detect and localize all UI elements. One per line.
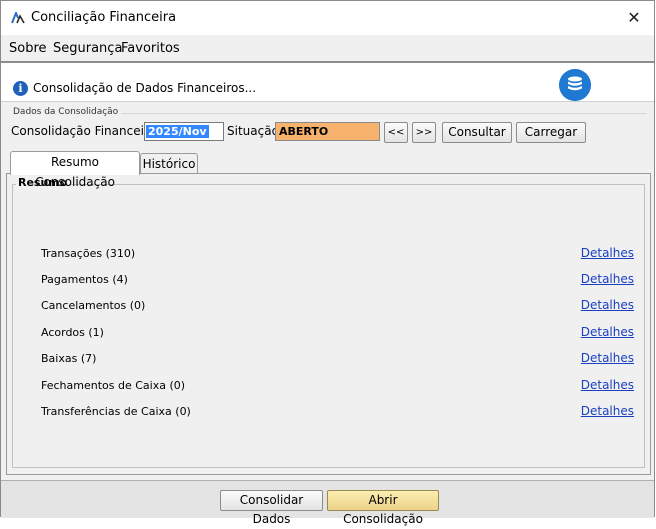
- row-pagamentos-detalhes-link[interactable]: Detalhes: [581, 272, 634, 286]
- row-fechamentos-detalhes-link[interactable]: Detalhes: [581, 378, 634, 392]
- row-cancelamentos-label: Cancelamentos (0): [41, 299, 146, 312]
- row-transacoes-label: Transações (310): [41, 247, 136, 260]
- consolidacao-financeira-field[interactable]: 2025/Nov: [144, 122, 224, 141]
- row-acordos-detalhes-link[interactable]: Detalhes: [581, 325, 634, 339]
- row-transferencias-label: Transferências de Caixa (0): [41, 405, 191, 418]
- footer-bar: Consolidar Dados Abrir Consolidação: [1, 480, 654, 526]
- group-label-dados: Dados da Consolidação: [13, 107, 119, 117]
- database-icon[interactable]: [559, 69, 591, 101]
- banner-text: Consolidação de Dados Financeiros...: [33, 81, 257, 95]
- app-logo-icon: [11, 12, 25, 24]
- next-button[interactable]: >>: [412, 122, 436, 143]
- tab-historico[interactable]: Histórico: [140, 153, 198, 175]
- info-icon: i: [13, 81, 28, 96]
- resumo-group: Resumo: [12, 176, 645, 468]
- close-icon[interactable]: ✕: [614, 1, 654, 35]
- menu-favoritos[interactable]: Favoritos: [121, 41, 180, 56]
- consolidacao-financeira-label: Consolidação Financeira:: [11, 124, 161, 138]
- window-title: Conciliação Financeira: [31, 10, 177, 25]
- consolidacao-financeira-value: 2025/Nov: [146, 125, 209, 138]
- menu-sobre[interactable]: Sobre: [9, 41, 47, 56]
- row-baixas-detalhes-link[interactable]: Detalhes: [581, 351, 634, 365]
- consolidar-dados-button[interactable]: Consolidar Dados: [220, 490, 323, 526]
- tab-resumo-consolidacao[interactable]: Resumo Consolidação: [10, 151, 140, 189]
- row-transferencias-detalhes-link[interactable]: Detalhes: [581, 404, 634, 418]
- menu-seguranca[interactable]: Segurança: [53, 41, 122, 56]
- group-divider: [121, 113, 647, 114]
- row-pagamentos-label: Pagamentos (4): [41, 273, 128, 286]
- row-transacoes-detalhes-link[interactable]: Detalhes: [581, 246, 634, 260]
- previous-button[interactable]: <<: [384, 122, 408, 143]
- situacao-field: ABERTO: [275, 122, 380, 141]
- row-cancelamentos-detalhes-link[interactable]: Detalhes: [581, 298, 634, 312]
- info-banner: i Consolidação de Dados Financeiros...: [1, 63, 654, 102]
- row-baixas-label: Baixas (7): [41, 352, 97, 365]
- situacao-value: ABERTO: [279, 125, 329, 138]
- tab-panel-resumo: Resumo Transações (310) Detalhes Pagamen…: [6, 173, 651, 475]
- abrir-consolidacao-button[interactable]: Abrir Consolidação: [327, 490, 439, 526]
- title-bar: Conciliação Financeira ✕: [1, 1, 654, 35]
- row-acordos-label: Acordos (1): [41, 326, 104, 339]
- carregar-button[interactable]: Carregar: [516, 122, 586, 143]
- consultar-button[interactable]: Consultar: [442, 122, 512, 143]
- row-fechamentos-label: Fechamentos de Caixa (0): [41, 379, 186, 392]
- app-window: Conciliação Financeira ✕ Sobre Segurança…: [0, 0, 655, 526]
- menu-bar: Sobre Segurança Favoritos: [1, 35, 654, 61]
